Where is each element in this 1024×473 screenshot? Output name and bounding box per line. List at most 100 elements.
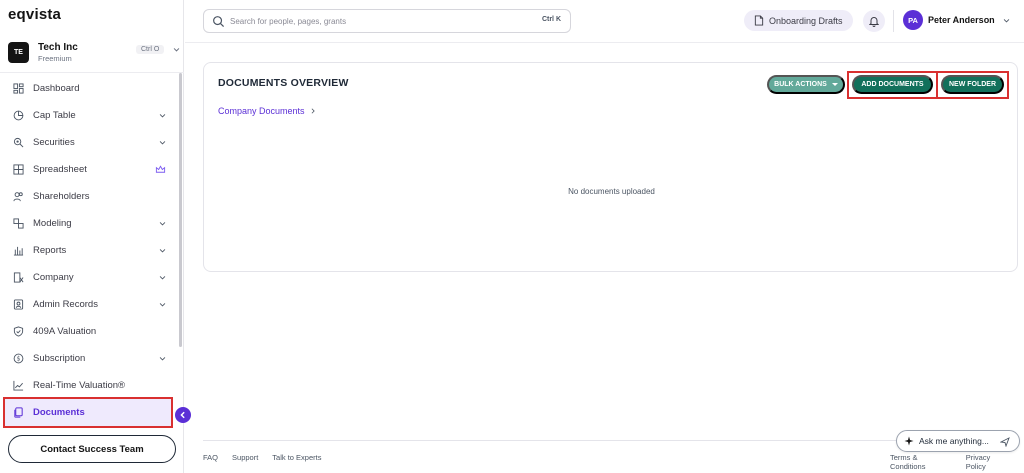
sidebar-item-label: Documents (33, 407, 85, 418)
chevron-down-icon (159, 357, 166, 361)
send-icon[interactable] (1000, 437, 1010, 447)
company-switcher[interactable]: TE Tech Inc Freemium Ctrl O (8, 40, 180, 66)
onboarding-drafts-button[interactable]: Onboarding Drafts (744, 10, 853, 31)
sidebar-nav: Dashboard Cap Table Securities Spreadshe… (0, 75, 178, 428)
grid-icon (12, 164, 24, 176)
company-name: Tech Inc (38, 42, 78, 53)
new-folder-button[interactable]: NEW FOLDER (941, 75, 1004, 94)
sparkle-icon (904, 436, 914, 446)
sidebar-item-shareholders[interactable]: Shareholders (0, 183, 178, 210)
sidebar-item-modeling[interactable]: Modeling (0, 210, 178, 237)
empty-state-message: No documents uploaded (568, 187, 655, 196)
sidebar-item-real-time-valuation[interactable]: Real-Time Valuation® (0, 372, 178, 399)
user-avatar[interactable]: PA (903, 10, 923, 30)
breadcrumb-item[interactable]: Company Documents (218, 106, 305, 116)
subscription-icon: $ (12, 353, 24, 365)
document-icon (754, 15, 764, 26)
footer-link-support[interactable]: Support (232, 453, 258, 462)
sidebar-item-reports[interactable]: Reports (0, 237, 178, 264)
bulk-actions-button[interactable]: BULK ACTIONS (767, 75, 845, 94)
footer-link-terms[interactable]: Terms & Conditions (890, 453, 952, 471)
header-divider (893, 10, 894, 32)
chevron-left-icon (180, 411, 185, 419)
search-icon (213, 16, 225, 28)
chevron-down-icon (159, 249, 166, 253)
reports-icon (12, 245, 24, 257)
svg-text:$: $ (16, 356, 20, 363)
footer-link-privacy[interactable]: Privacy Policy (966, 453, 1010, 471)
footer-link-faq[interactable]: FAQ (203, 453, 218, 462)
collapse-sidebar-button[interactable] (175, 407, 191, 423)
bell-icon (869, 16, 879, 27)
sidebar-item-label: Modeling (33, 218, 72, 229)
onboarding-drafts-label: Onboarding Drafts (769, 15, 843, 26)
user-name[interactable]: Peter Anderson (928, 15, 995, 25)
sidebar-item-label: Securities (33, 137, 75, 148)
documents-overview-card: DOCUMENTS OVERVIEW BULK ACTIONS ADD DOCU… (203, 62, 1018, 272)
sidebar-item-subscription[interactable]: $ Subscription (0, 345, 178, 372)
notifications-button[interactable] (863, 10, 885, 32)
search-box[interactable]: Ctrl K (203, 9, 571, 33)
ai-assistant-placeholder: Ask me anything... (919, 436, 989, 446)
ai-assistant-input[interactable]: Ask me anything... (896, 430, 1020, 452)
footer-links: FAQ Support Talk to Experts (203, 453, 335, 462)
company-plan: Freemium (38, 54, 72, 63)
sidebar-item-label: Admin Records (33, 299, 98, 310)
modeling-icon (12, 218, 24, 230)
contact-success-team-button[interactable]: Contact Success Team (8, 435, 176, 463)
chevron-down-icon[interactable] (1003, 17, 1010, 24)
sidebar-item-securities[interactable]: Securities (0, 129, 178, 156)
securities-icon (12, 137, 24, 149)
sidebar-item-label: Company (33, 272, 74, 283)
crown-icon (155, 165, 166, 173)
sidebar-item-label: Real-Time Valuation® (33, 380, 126, 391)
trend-icon (12, 380, 24, 392)
sidebar-item-409a-valuation[interactable]: 409A Valuation (0, 318, 178, 345)
page-title: DOCUMENTS OVERVIEW (218, 77, 349, 89)
sidebar-item-label: 409A Valuation (33, 326, 97, 337)
chevron-down-icon (159, 276, 166, 280)
sidebar-item-label: Cap Table (33, 110, 76, 121)
footer-link-talk-to-experts[interactable]: Talk to Experts (272, 453, 321, 462)
sidebar-item-label: Reports (33, 245, 67, 256)
shield-check-icon (12, 326, 24, 338)
sidebar-item-admin-records[interactable]: Admin Records (0, 291, 178, 318)
search-shortcut: Ctrl K (541, 16, 561, 23)
sidebar-item-dashboard[interactable]: Dashboard (0, 75, 178, 102)
sidebar-scrollbar[interactable] (179, 73, 182, 347)
pie-chart-icon (12, 110, 24, 122)
breadcrumb[interactable]: Company Documents (218, 106, 316, 116)
sidebar-item-cap-table[interactable]: Cap Table (0, 102, 178, 129)
sidebar-item-spreadsheet[interactable]: Spreadsheet (0, 156, 178, 183)
app-logo[interactable]: eqvista (8, 6, 61, 23)
users-icon (12, 191, 24, 203)
dashboard-icon (12, 83, 24, 95)
chevron-down-icon (173, 48, 180, 52)
search-input[interactable] (230, 14, 530, 29)
documents-icon (12, 407, 24, 419)
bulk-actions-label: BULK ACTIONS (774, 81, 827, 88)
company-shortcut: Ctrl O (136, 45, 165, 54)
new-folder-highlight: NEW FOLDER (936, 71, 1009, 99)
divider (0, 72, 184, 73)
company-icon (12, 272, 24, 284)
sidebar-item-label: Subscription (33, 353, 86, 364)
chevron-down-icon (159, 114, 166, 118)
footer-legal-links: Terms & Conditions Privacy Policy (890, 453, 1024, 471)
admin-icon (12, 299, 24, 311)
top-header: Ctrl K Onboarding Drafts PA Peter Anders… (185, 0, 1024, 43)
sidebar-item-label: Dashboard (33, 83, 80, 94)
sidebar-item-documents[interactable]: Documents (3, 397, 173, 428)
sidebar-item-company[interactable]: Company (0, 264, 178, 291)
chevron-down-icon (159, 303, 166, 307)
chevron-right-icon (311, 108, 315, 114)
sidebar-item-label: Spreadsheet (33, 164, 87, 175)
chevron-down-icon (159, 222, 166, 226)
chevron-down-icon (159, 141, 166, 145)
company-avatar: TE (8, 42, 29, 63)
caret-down-icon (831, 83, 838, 86)
sidebar: eqvista TE Tech Inc Freemium Ctrl O Dash… (0, 0, 184, 473)
add-documents-button[interactable]: ADD DOCUMENTS (852, 75, 933, 94)
sidebar-item-label: Shareholders (33, 191, 90, 202)
add-documents-highlight: ADD DOCUMENTS (847, 71, 938, 99)
